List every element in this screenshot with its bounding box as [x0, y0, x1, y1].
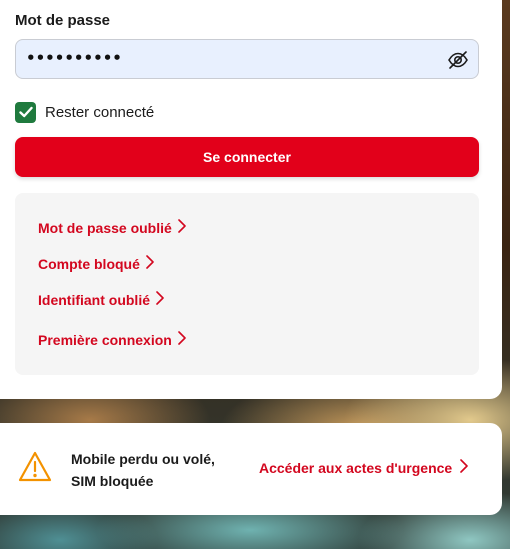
link-label: Compte bloqué [38, 255, 140, 272]
emergency-line-2: SIM bloquée [71, 473, 154, 489]
emergency-text: Mobile perdu ou volé, SIM bloquée [71, 448, 215, 492]
emergency-line-1: Mobile perdu ou volé, [71, 451, 215, 467]
link-label: Première connexion [38, 331, 172, 348]
login-button[interactable]: Se connecter [15, 137, 479, 177]
chevron-right-icon [178, 219, 186, 236]
blocked-account-link[interactable]: Compte bloqué [38, 255, 154, 272]
password-field[interactable]: •••••••••• [15, 39, 479, 79]
chevron-right-icon [178, 331, 186, 348]
eye-slash-icon[interactable] [447, 49, 469, 71]
link-label: Mot de passe oublié [38, 219, 172, 236]
link-label: Accéder aux actes d'urgence [259, 459, 453, 476]
login-card: Mot de passe •••••••••• Rester connecté … [0, 0, 502, 399]
emergency-card: Mobile perdu ou volé, SIM bloquée Accéde… [0, 423, 502, 515]
first-login-link[interactable]: Première connexion [38, 331, 186, 348]
link-label: Identifiant oublié [38, 291, 150, 308]
help-links-panel: Mot de passe oublié Compte bloqué Identi… [15, 193, 479, 375]
password-value: •••••••••• [26, 49, 122, 67]
remember-me[interactable]: Rester connecté [15, 101, 154, 123]
chevron-right-icon [460, 459, 469, 476]
emergency-actions-link[interactable]: Accéder aux actes d'urgence [259, 459, 469, 476]
password-label: Mot de passe [15, 12, 111, 29]
forgot-id-link[interactable]: Identifiant oublié [38, 291, 164, 308]
remember-checkbox[interactable] [15, 101, 36, 123]
chevron-right-icon [146, 255, 154, 272]
warning-triangle-icon [17, 450, 53, 484]
remember-label: Rester connecté [45, 103, 155, 121]
forgot-password-link[interactable]: Mot de passe oublié [38, 219, 186, 236]
chevron-right-icon [156, 291, 164, 308]
